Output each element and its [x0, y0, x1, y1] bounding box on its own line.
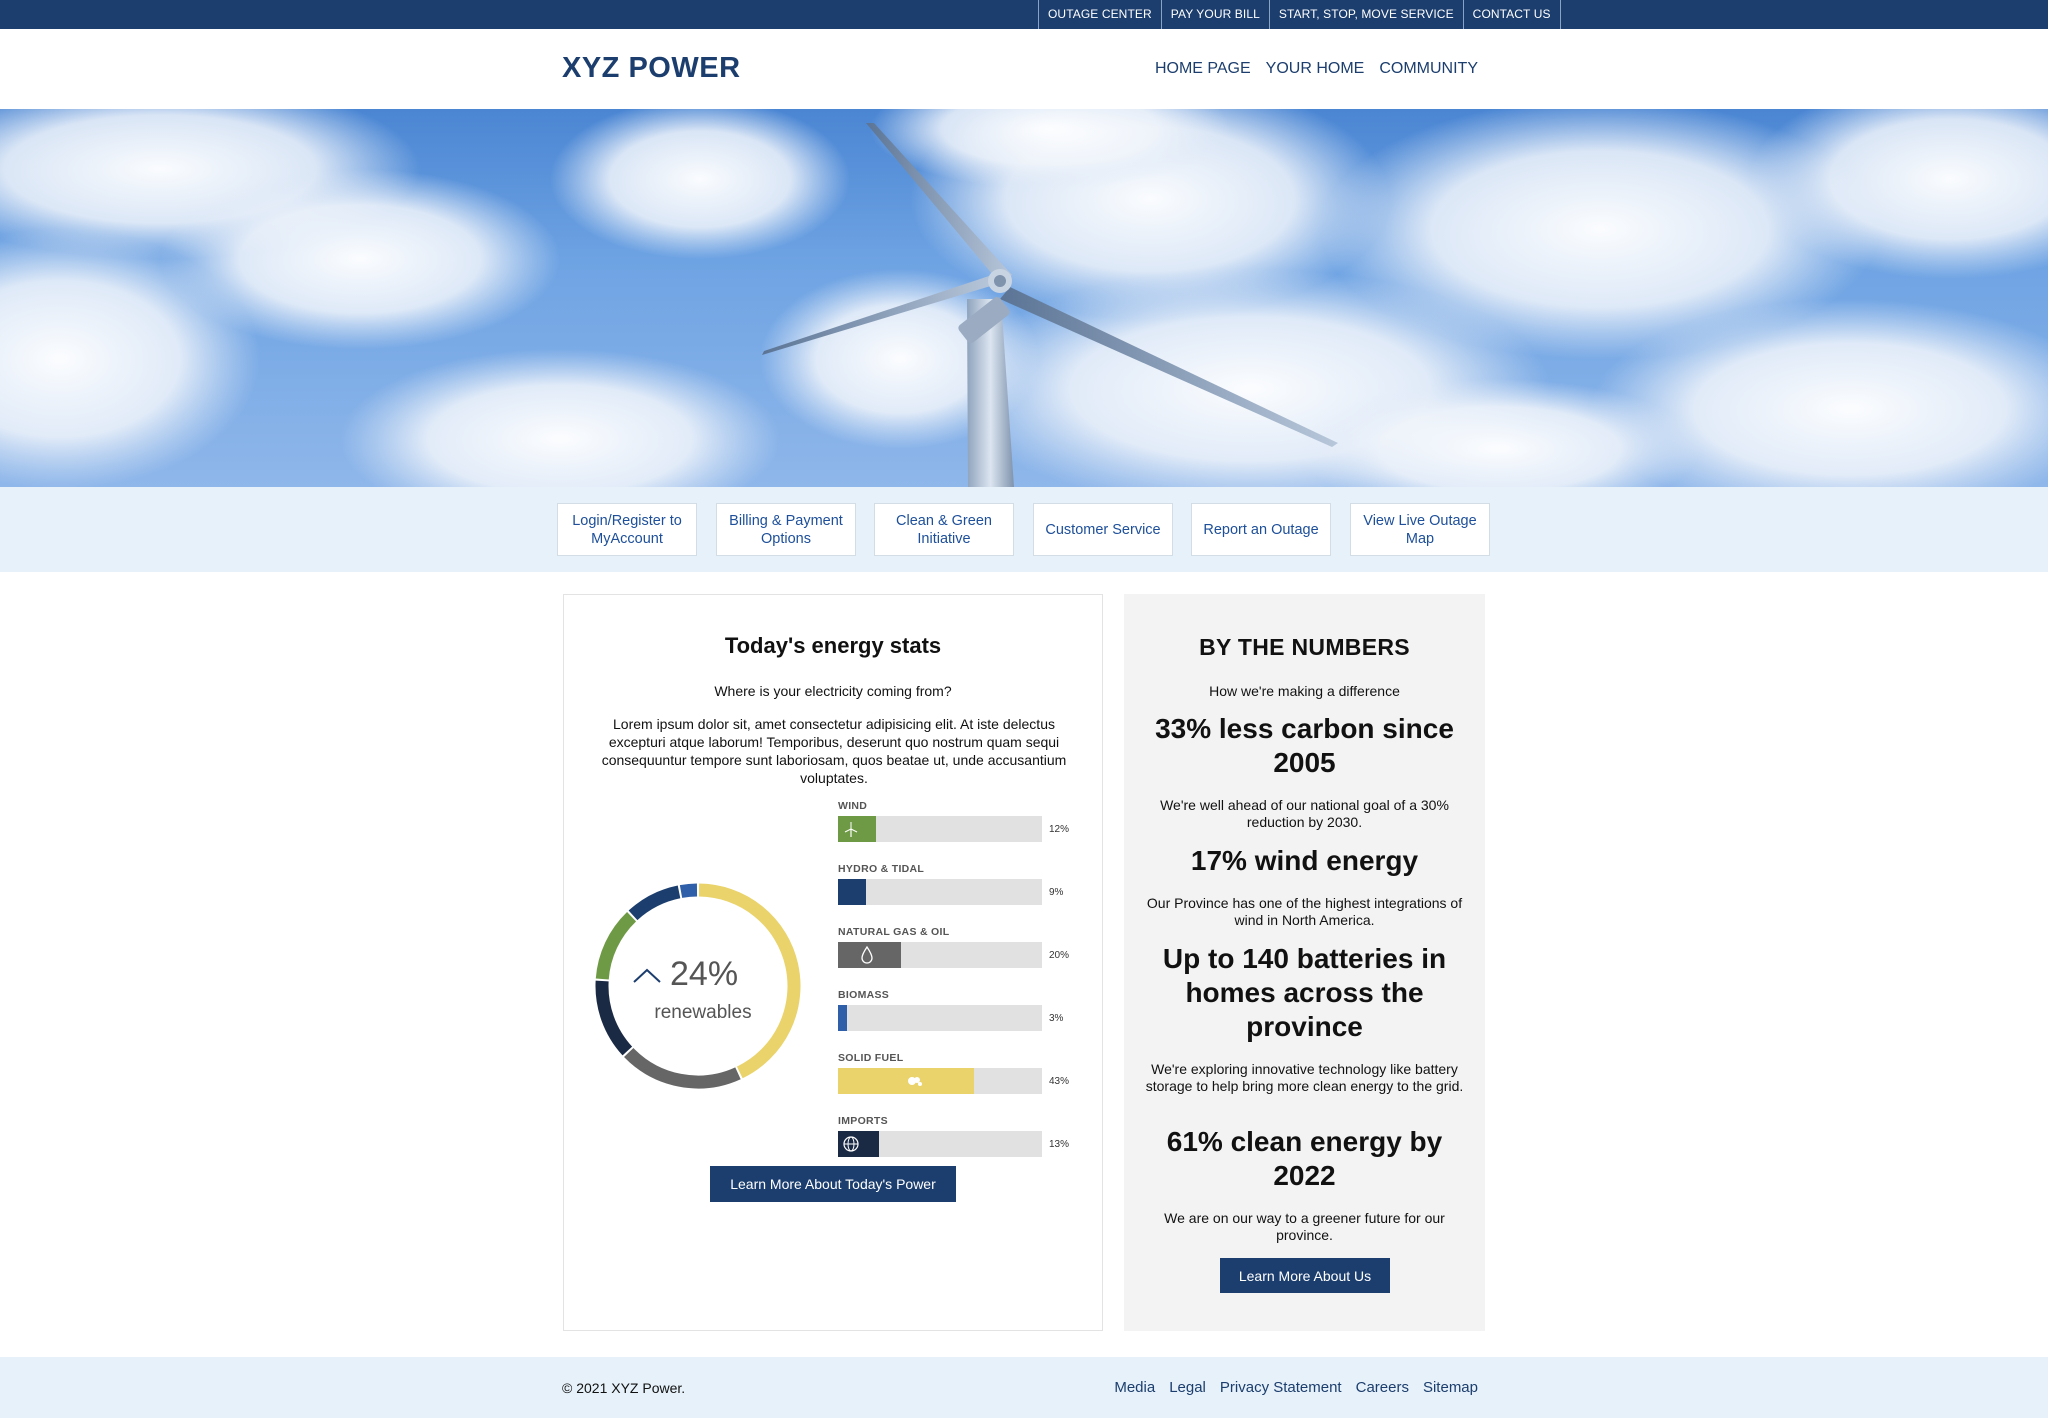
bar-label: NATURAL GAS & OIL — [838, 926, 950, 938]
main-nav: HOME PAGE YOUR HOME COMMUNITY — [1155, 60, 1478, 78]
chevron-up-icon — [633, 968, 661, 983]
learn-more-about-us-button[interactable]: Learn More About Us — [1220, 1258, 1390, 1293]
learn-more-power-button[interactable]: Learn More About Today's Power — [710, 1166, 956, 1202]
stat-clean-energy: 61% clean energy by 2022 — [1166, 1126, 1443, 1191]
stat-batteries-desc: We're exploring innovative technology li… — [1145, 1061, 1464, 1094]
energy-stats-card: Today's energy stats Where is your elect… — [563, 594, 1103, 1331]
bar-track — [838, 1005, 1042, 1031]
donut-segment-wind — [595, 912, 637, 980]
by-numbers-subtitle: How we're making a difference — [1209, 683, 1400, 699]
stat-wind: 17% wind energy — [1190, 845, 1419, 876]
bar-track — [838, 1068, 1042, 1094]
bar-track — [838, 816, 1042, 842]
bar-track — [838, 1131, 1042, 1157]
cloud-icon — [902, 1068, 928, 1094]
bar-fill — [838, 1005, 847, 1031]
bar-label: HYDRO & TIDAL — [838, 863, 925, 875]
bar-label: WIND — [838, 800, 868, 812]
utility-link-contact-us[interactable]: CONTACT US — [1464, 0, 1561, 29]
footer-link-careers[interactable]: Careers — [1356, 1379, 1409, 1396]
donut-segment-natural-gas-oil — [624, 1047, 741, 1089]
footer-link-legal[interactable]: Legal — [1169, 1379, 1206, 1396]
quick-link-outage-map[interactable]: View Live Outage Map — [1350, 503, 1490, 556]
stat-carbon-desc: We're well ahead of our national goal of… — [1160, 797, 1449, 830]
quick-link-report-outage[interactable]: Report an Outage — [1191, 503, 1331, 556]
quick-links-bar: Login/Register to MyAccount Billing & Pa… — [0, 487, 2048, 572]
drop-icon — [854, 942, 880, 968]
quick-link-clean-green[interactable]: Clean & Green Initiative — [874, 503, 1014, 556]
bar-value: 20% — [1049, 950, 1070, 961]
utility-link-start-stop-move[interactable]: START, STOP, MOVE SERVICE — [1270, 0, 1464, 29]
site-footer: © 2021 XYZ Power. Media Legal Privacy St… — [0, 1357, 2048, 1418]
bar-value: 13% — [1049, 1139, 1070, 1150]
bar-value: 3% — [1049, 1013, 1064, 1024]
bar-label: BIOMASS — [838, 989, 890, 1001]
quick-link-billing-payment[interactable]: Billing & Payment Options — [716, 503, 856, 556]
site-logo[interactable]: XYZ POWER — [562, 52, 741, 85]
copyright-text: © 2021 XYZ Power. — [562, 1380, 686, 1396]
nav-home-page[interactable]: HOME PAGE — [1155, 60, 1251, 78]
site-header: XYZ POWER HOME PAGE YOUR HOME COMMUNITY — [0, 29, 2048, 109]
donut-segment-imports — [595, 980, 633, 1056]
utility-link-outage-center[interactable]: OUTAGE CENTER — [1039, 0, 1162, 29]
donut-segment-hydro-tidal — [628, 885, 681, 921]
donut-segment-biomass — [679, 883, 698, 898]
stat-carbon: 33% less carbon since 2005 — [1155, 713, 1454, 778]
bar-value: 43% — [1049, 1076, 1070, 1087]
stat-wind-desc: Our Province has one of the highest inte… — [1146, 895, 1463, 928]
bar-fill — [838, 879, 866, 905]
nav-your-home[interactable]: YOUR HOME — [1266, 60, 1365, 78]
main-content: Today's energy stats Where is your elect… — [0, 572, 2048, 1354]
bar-label: IMPORTS — [838, 1115, 888, 1127]
quick-link-login-register[interactable]: Login/Register to MyAccount — [557, 503, 697, 556]
energy-stats-subtitle: Where is your electricity coming from? — [714, 683, 952, 699]
bar-value: 9% — [1049, 887, 1064, 898]
bar-label: SOLID FUEL — [838, 1052, 904, 1064]
bar-row-biomass: BIOMASS 3% — [838, 989, 1078, 1049]
footer-link-privacy[interactable]: Privacy Statement — [1220, 1379, 1342, 1396]
energy-stats-body: Lorem ipsum dolor sit, amet consectetur … — [601, 716, 1067, 786]
wind-turbine-icon — [838, 816, 864, 842]
utility-link-pay-bill[interactable]: PAY YOUR BILL — [1162, 0, 1270, 29]
stat-batteries: Up to 140 batteries in homes across the … — [1162, 943, 1447, 1042]
bar-value: 12% — [1049, 824, 1070, 835]
utility-bar: OUTAGE CENTER PAY YOUR BILL START, STOP,… — [0, 0, 2048, 29]
donut-center-label: renewables — [654, 1002, 752, 1023]
footer-nav: Media Legal Privacy Statement Careers Si… — [1114, 1379, 1478, 1396]
bar-row-wind: WIND 12% — [838, 800, 1078, 860]
footer-link-sitemap[interactable]: Sitemap — [1423, 1379, 1478, 1396]
utility-nav: OUTAGE CENTER PAY YOUR BILL START, STOP,… — [1038, 0, 1561, 29]
globe-icon — [838, 1131, 864, 1157]
nav-community[interactable]: COMMUNITY — [1379, 60, 1478, 78]
bar-row-solid-fuel: SOLID FUEL 43% — [838, 1052, 1078, 1112]
hero-banner — [0, 109, 2048, 487]
bar-row-hydro: HYDRO & TIDAL 9% — [838, 863, 1078, 923]
bar-track — [838, 942, 1042, 968]
stat-clean-energy-desc: We are on our way to a greener future fo… — [1164, 1210, 1445, 1243]
donut-center-value: 24% — [670, 955, 739, 993]
hero-wind-turbine-image — [0, 109, 2048, 487]
quick-link-customer-service[interactable]: Customer Service — [1033, 503, 1173, 556]
energy-stats-title: Today's energy stats — [724, 633, 942, 658]
bar-row-natural-gas: NATURAL GAS & OIL 20% — [838, 926, 1078, 986]
by-numbers-title: BY THE NUMBERS — [1199, 634, 1410, 660]
footer-link-media[interactable]: Media — [1114, 1379, 1155, 1396]
by-the-numbers-card: BY THE NUMBERS How we're making a differ… — [1124, 594, 1485, 1331]
bar-track — [838, 879, 1042, 905]
